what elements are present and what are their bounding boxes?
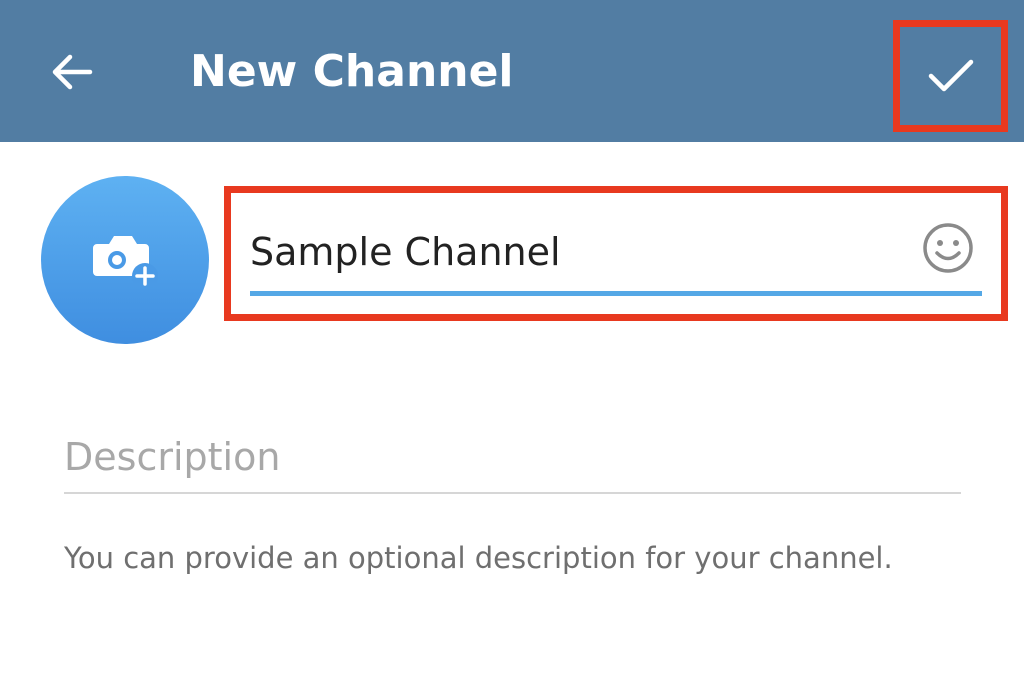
description-hint: You can provide an optional description … [64,541,893,575]
description-field [64,425,961,495]
back-button[interactable] [40,40,104,104]
smiley-icon [923,223,973,273]
emoji-button[interactable] [917,217,979,279]
description-underline [64,492,961,494]
page-title: New Channel [190,46,514,97]
arrow-left-icon [52,54,93,90]
confirm-button[interactable] [905,29,997,121]
camera-add-icon [93,236,158,289]
set-channel-photo-button[interactable] [41,176,209,344]
checkmark-icon [928,59,974,92]
channel-name-underline [250,291,982,296]
channel-name-field [250,210,982,300]
channel-name-input[interactable] [250,222,890,282]
app-bar: New Channel [0,0,1024,142]
description-input[interactable] [64,430,954,484]
